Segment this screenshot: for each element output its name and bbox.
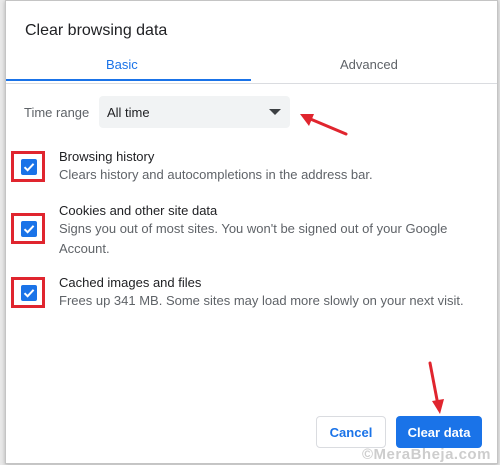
tab-bar: Basic Advanced: [6, 49, 497, 81]
annotation-arrow-icon: [428, 361, 444, 414]
cancel-button[interactable]: Cancel: [316, 416, 386, 448]
page: Clear browsing data Basic Advanced Time …: [0, 0, 500, 465]
tabs-divider: [6, 83, 497, 84]
checkmark-icon: [23, 225, 35, 234]
time-range-select[interactable]: All time: [99, 96, 290, 128]
item-description: Signs you out of most sites. You won't b…: [59, 221, 448, 256]
dropdown-caret-icon: [269, 109, 281, 115]
tab-advanced[interactable]: Advanced: [340, 57, 398, 72]
item-title: Browsing history: [59, 149, 155, 164]
watermark: ©MeraBheja.com: [362, 446, 491, 463]
tab-basic[interactable]: Basic: [106, 57, 138, 72]
item-title: Cached images and files: [59, 275, 202, 290]
clear-browsing-data-dialog: Clear browsing data Basic Advanced Time …: [5, 0, 498, 464]
browsing-history-checkbox[interactable]: [21, 159, 37, 175]
annotation-arrow-icon: [300, 114, 348, 136]
cached-images-checkbox[interactable]: [21, 285, 37, 301]
checkmark-icon: [23, 163, 35, 172]
checkmark-icon: [23, 289, 35, 298]
time-range-label: Time range: [24, 105, 90, 120]
item-description: Frees up 341 MB. Some sites may load mor…: [59, 293, 464, 308]
time-range-value: All time: [107, 105, 150, 120]
item-title: Cookies and other site data: [59, 203, 218, 218]
annotation-box: [11, 151, 45, 182]
item-description: Clears history and autocompletions in th…: [59, 167, 373, 182]
clear-data-button[interactable]: Clear data: [396, 416, 482, 448]
active-tab-indicator: [6, 79, 251, 81]
annotation-box: [11, 277, 45, 308]
dialog-title: Clear browsing data: [25, 22, 168, 39]
cookies-checkbox[interactable]: [21, 221, 37, 237]
annotation-box: [11, 213, 45, 244]
